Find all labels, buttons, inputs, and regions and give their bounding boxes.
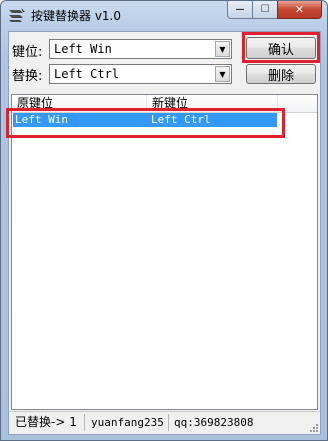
key-dropdown-value: Left Win <box>54 42 112 56</box>
resize-grip-icon[interactable] <box>307 421 319 433</box>
replace-label: 替换: <box>12 69 43 84</box>
mapping-list[interactable]: 原键位 新键位 Left Win Left Ctrl <box>11 94 318 410</box>
column-original-key[interactable]: 原键位 <box>12 95 147 112</box>
delete-button[interactable]: 删除 <box>246 64 316 84</box>
minimize-button[interactable]: — <box>227 1 253 19</box>
close-icon: ✕ <box>294 3 305 16</box>
row-new-key: Left Ctrl <box>151 113 211 126</box>
status-qq: qq:369823808 <box>174 416 254 429</box>
close-button[interactable]: ✕ <box>277 1 322 19</box>
list-header: 原键位 新键位 <box>12 95 317 113</box>
key-dropdown[interactable]: Left Win ▼ <box>49 39 232 59</box>
chevron-down-icon[interactable]: ▼ <box>215 41 230 57</box>
replace-dropdown[interactable]: Left Ctrl ▼ <box>49 64 232 84</box>
app-window: 按键替换器 v1.0 — ☐ ✕ 键位: Left Win ▼ 替换: Left… <box>0 0 328 441</box>
column-new-key[interactable]: 新键位 <box>147 95 278 112</box>
maximize-icon: ☐ <box>260 4 270 15</box>
row-original-key: Left Win <box>15 113 68 126</box>
status-author: yuanfang235 <box>87 414 169 431</box>
confirm-button[interactable]: 确认 <box>246 37 316 59</box>
minimize-icon: — <box>235 4 245 15</box>
status-replaced-count: 已替换-> 1 <box>11 414 85 431</box>
client-area: 键位: Left Win ▼ 替换: Left Ctrl ▼ 确认 删除 原键位… <box>6 31 321 435</box>
key-label: 键位: <box>12 45 43 60</box>
maximize-button[interactable]: ☐ <box>252 1 278 19</box>
replace-dropdown-value: Left Ctrl <box>54 67 120 81</box>
window-title: 按键替换器 v1.0 <box>31 9 122 23</box>
list-row[interactable]: Left Win Left Ctrl <box>13 113 277 127</box>
title-bar[interactable]: 按键替换器 v1.0 — ☐ ✕ <box>1 1 327 31</box>
keyboard-swap-icon <box>9 8 25 22</box>
chevron-down-icon[interactable]: ▼ <box>215 66 230 82</box>
status-bar: 已替换-> 1 yuanfang235 qq:369823808 <box>9 411 320 434</box>
